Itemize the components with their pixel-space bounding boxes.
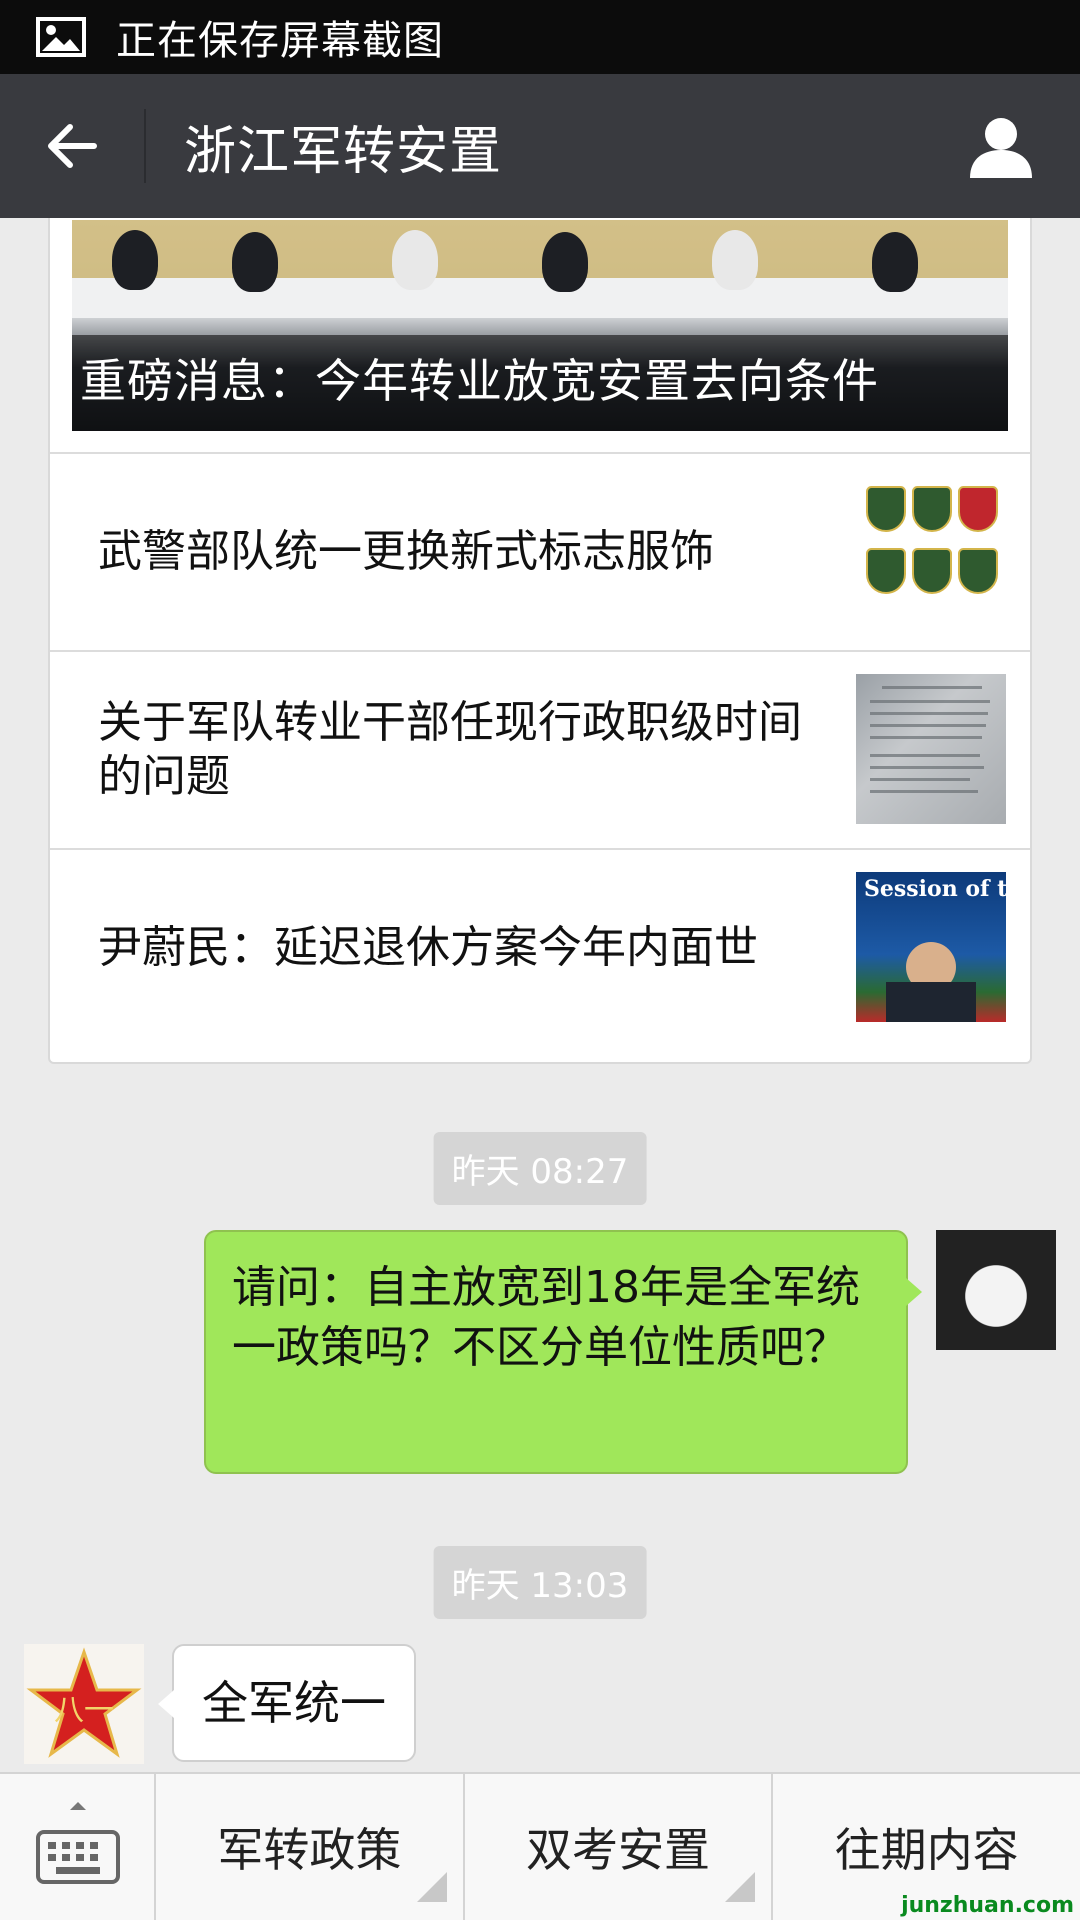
insignia-badges-thumbnail bbox=[856, 476, 1006, 626]
menu-item-label: 双考安置 bbox=[526, 1823, 710, 1877]
message-timestamp: 昨天 08:27 bbox=[433, 1132, 647, 1205]
avatar-text: 八一 bbox=[54, 1693, 114, 1728]
article-item-title: 尹蔚民：延迟退休方案今年内面世 bbox=[98, 922, 758, 973]
back-button[interactable] bbox=[0, 74, 144, 218]
thumbnail-caption: Session of the bbox=[864, 876, 1006, 902]
sent-message-bubble[interactable]: 请问：自主放宽到18年是全军统一政策吗？不区分单位性质吧？ bbox=[204, 1230, 922, 1474]
message-timestamp: 昨天 13:03 bbox=[433, 1546, 647, 1619]
doc-line bbox=[870, 736, 982, 739]
chat-area[interactable]: 重磅消息：今年转业放宽安置去向条件 武警部队统一更换新式标志服饰 关于军队转业干… bbox=[0, 218, 1080, 1772]
document-thumbnail bbox=[856, 674, 1006, 824]
badge-graphic bbox=[912, 548, 952, 594]
menu-item-label: 往期内容 bbox=[834, 1823, 1019, 1877]
status-text: 正在保存屏幕截图 bbox=[116, 18, 444, 64]
article-item[interactable]: 武警部队统一更换新式标志服饰 bbox=[50, 452, 1030, 650]
hero-image-detail bbox=[712, 230, 758, 290]
hero-image-detail bbox=[72, 278, 1008, 318]
status-bar: 正在保存屏幕截图 bbox=[0, 0, 1080, 74]
hero-image-detail bbox=[232, 232, 278, 292]
press-conference-thumbnail: Session of the bbox=[856, 872, 1006, 1022]
image-icon bbox=[36, 17, 86, 57]
doc-line bbox=[870, 766, 984, 769]
doc-line bbox=[870, 790, 978, 793]
person-icon[interactable] bbox=[968, 114, 1034, 180]
badge-graphic bbox=[866, 548, 906, 594]
received-message-bubble[interactable]: 全军统一 bbox=[158, 1644, 416, 1762]
article-item[interactable]: 尹蔚民：延迟退休方案今年内面世 Session of the bbox=[50, 848, 1030, 1046]
nav-divider bbox=[144, 109, 146, 183]
speaker-figure bbox=[886, 982, 976, 1022]
hero-article-title: 重磅消息：今年转业放宽安置去向条件 bbox=[80, 354, 879, 408]
watermark: junzhuan.com bbox=[901, 1893, 1075, 1918]
keyboard-toggle-button[interactable] bbox=[0, 1774, 156, 1920]
hero-article[interactable]: 重磅消息：今年转业放宽安置去向条件 bbox=[72, 220, 1008, 431]
panda-avatar[interactable] bbox=[936, 1230, 1056, 1350]
badge-graphic bbox=[912, 486, 952, 532]
nav-bar: 浙江军转安置 bbox=[0, 74, 1080, 218]
badge-graphic bbox=[958, 486, 998, 532]
doc-line bbox=[870, 700, 990, 703]
menu-item-placement[interactable]: 双考安置 bbox=[465, 1774, 774, 1920]
article-item-title: 关于军队转业干部任现行政职级时间的问题 bbox=[98, 697, 802, 802]
red-star-avatar[interactable]: 八一 bbox=[24, 1644, 144, 1764]
keyboard-icon bbox=[36, 1802, 120, 1884]
doc-line bbox=[870, 712, 988, 715]
bottom-menu: 军转政策 双考安置 往期内容 junzhuan.com bbox=[0, 1772, 1080, 1920]
doc-line bbox=[870, 754, 980, 757]
doc-line bbox=[870, 724, 986, 727]
hero-image-detail bbox=[112, 230, 158, 290]
hero-image-detail bbox=[872, 232, 918, 292]
submenu-indicator-icon bbox=[725, 1872, 756, 1902]
red-star-icon: 八一 bbox=[26, 1647, 142, 1758]
article-item[interactable]: 关于军队转业干部任现行政职级时间的问题 bbox=[50, 650, 1030, 848]
submenu-indicator-icon bbox=[416, 1872, 447, 1902]
badge-graphic bbox=[866, 486, 906, 532]
menu-item-archive[interactable]: 往期内容 junzhuan.com bbox=[773, 1774, 1080, 1920]
doc-line bbox=[870, 778, 970, 781]
hero-image-detail bbox=[542, 232, 588, 292]
menu-item-label: 军转政策 bbox=[217, 1823, 402, 1877]
menu-item-policy[interactable]: 军转政策 bbox=[156, 1774, 465, 1920]
article-card: 重磅消息：今年转业放宽安置去向条件 武警部队统一更换新式标志服饰 关于军队转业干… bbox=[48, 218, 1032, 1064]
badge-graphic bbox=[958, 548, 998, 594]
page-title: 浙江军转安置 bbox=[184, 121, 503, 182]
article-item-title: 武警部队统一更换新式标志服饰 bbox=[98, 526, 714, 577]
hero-image-detail bbox=[72, 220, 1008, 278]
hero-image-detail bbox=[392, 230, 438, 290]
doc-line bbox=[882, 686, 982, 689]
back-arrow-icon bbox=[48, 124, 97, 168]
